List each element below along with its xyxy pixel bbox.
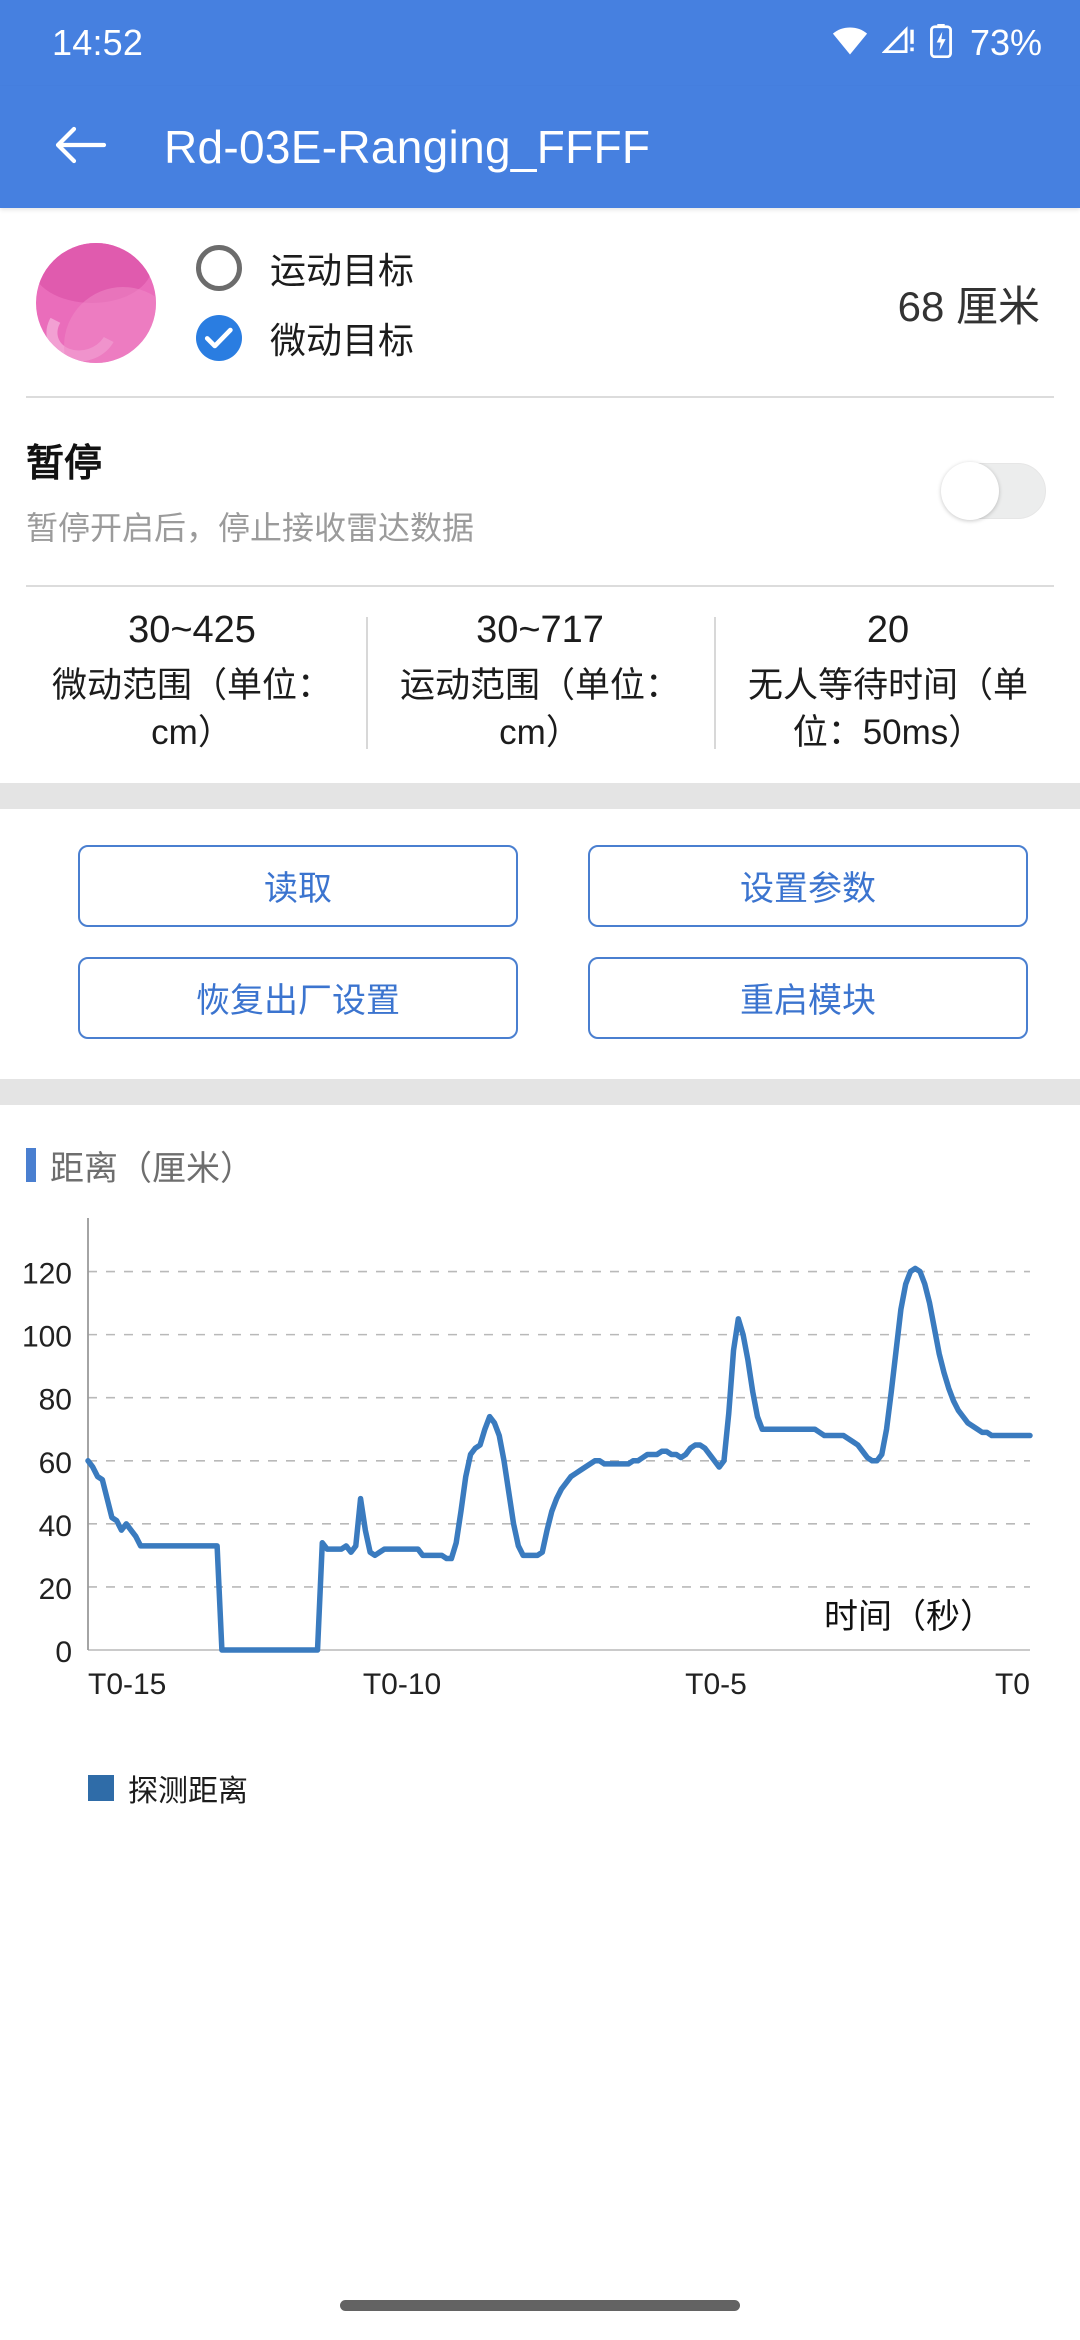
arrow-left-icon [54,123,108,172]
svg-text:T0-5: T0-5 [685,1668,747,1701]
section-separator [0,782,1080,809]
pause-section: 暂停 暂停开启后，停止接收雷达数据 [0,398,1080,585]
cellular-alert-icon [881,25,916,61]
param-value: 30~425 [128,609,256,651]
target-section: 运动目标 微动目标 68 厘米 [0,208,1080,396]
system-navigation-bar [0,2270,1080,2340]
svg-text:0: 0 [55,1636,72,1669]
chart-title-text: 距离（厘米） [50,1149,254,1188]
svg-text:80: 80 [39,1383,72,1416]
radio-checked-icon[interactable] [196,315,242,361]
read-button[interactable]: 读取 [78,844,518,927]
legend-swatch [88,1774,114,1801]
page-title: Rd-03E-Ranging_FFFF [164,121,651,173]
chart-accent-bar [26,1148,36,1182]
battery-percent: 73% [969,22,1042,63]
svg-text:120: 120 [22,1257,72,1290]
svg-text:时间（秒）: 时间（秒） [824,1598,994,1636]
pink-ball-icon [36,243,156,363]
factory-reset-button[interactable]: 恢复出厂设置 [78,956,518,1039]
gesture-pill[interactable] [340,2299,740,2311]
toggle-thumb [941,461,999,520]
target-options: 运动目标 微动目标 [196,242,414,364]
restart-module-button[interactable]: 重启模块 [588,956,1028,1039]
chart-canvas: 0 20 40 60 80 100 120 T0-15 T0-10 T0-5 T0时间（秒） [22,1217,1033,1701]
chart-legend: 探测距离 [0,1766,1080,1810]
param-micro-range[interactable]: 30~425 微动范围（单位：cm） [18,609,366,757]
svg-text:T0: T0 [995,1668,1030,1701]
radio-unchecked-icon[interactable] [196,245,242,291]
option-moving-target[interactable]: 运动目标 [196,242,414,294]
status-time: 14:52 [52,22,144,63]
chart-title: 距离（厘米） [0,1141,1080,1190]
param-value: 30~717 [476,609,604,651]
param-label: 微动范围（单位：cm） [51,666,332,753]
pause-toggle[interactable] [941,461,1046,520]
status-icons: 73% [831,22,1042,64]
legend-label: 探测距离 [128,1774,248,1808]
pause-subtitle: 暂停开启后，停止接收雷达数据 [26,510,475,546]
param-unmanned-wait[interactable]: 20 无人等待时间（单位：50ms） [714,609,1062,757]
svg-text:T0-10: T0-10 [363,1668,441,1701]
battery-charging-icon [929,23,953,63]
svg-text:T0-15: T0-15 [88,1668,166,1701]
wifi-icon [831,26,869,61]
distance-line-chart[interactable]: 0 20 40 60 80 100 120 T0-15 T0-10 T0-5 T0 时间（秒） [0,1200,1080,1760]
option-label: 微动目标 [270,320,415,361]
option-label: 运动目标 [270,250,415,291]
chart-section: 距离（厘米） 0 20 40 60 80 100 120 T0-15 T0-10 T0-5 T0 时间… [0,1105,1080,1810]
option-micro-target[interactable]: 微动目标 [196,312,414,364]
distance-readout: 68 厘米 [897,282,1040,330]
svg-text:100: 100 [22,1320,72,1353]
svg-text:60: 60 [39,1446,72,1479]
back-button[interactable] [44,110,118,184]
section-separator [0,1078,1080,1105]
svg-text:20: 20 [39,1572,72,1605]
pause-title: 暂停 [26,443,103,485]
param-motion-range[interactable]: 30~717 运动范围（单位：cm） [366,609,714,757]
status-bar: 14:52 73% [0,0,1080,86]
svg-text:40: 40 [39,1509,72,1542]
actions-section: 读取 设置参数 恢复出厂设置 重启模块 [0,809,1080,1079]
params-section: 30~425 微动范围（单位：cm） 30~717 运动范围（单位：cm） 20… [0,587,1080,783]
param-label: 无人等待时间（单位：50ms） [747,666,1028,753]
pause-texts: 暂停 暂停开启后，停止接收雷达数据 [26,432,922,549]
param-label: 运动范围（单位：cm） [399,666,680,753]
set-params-button[interactable]: 设置参数 [588,844,1028,927]
param-value: 20 [866,609,910,651]
app-bar: Rd-03E-Ranging_FFFF [0,86,1080,208]
ball-shine [38,289,126,363]
